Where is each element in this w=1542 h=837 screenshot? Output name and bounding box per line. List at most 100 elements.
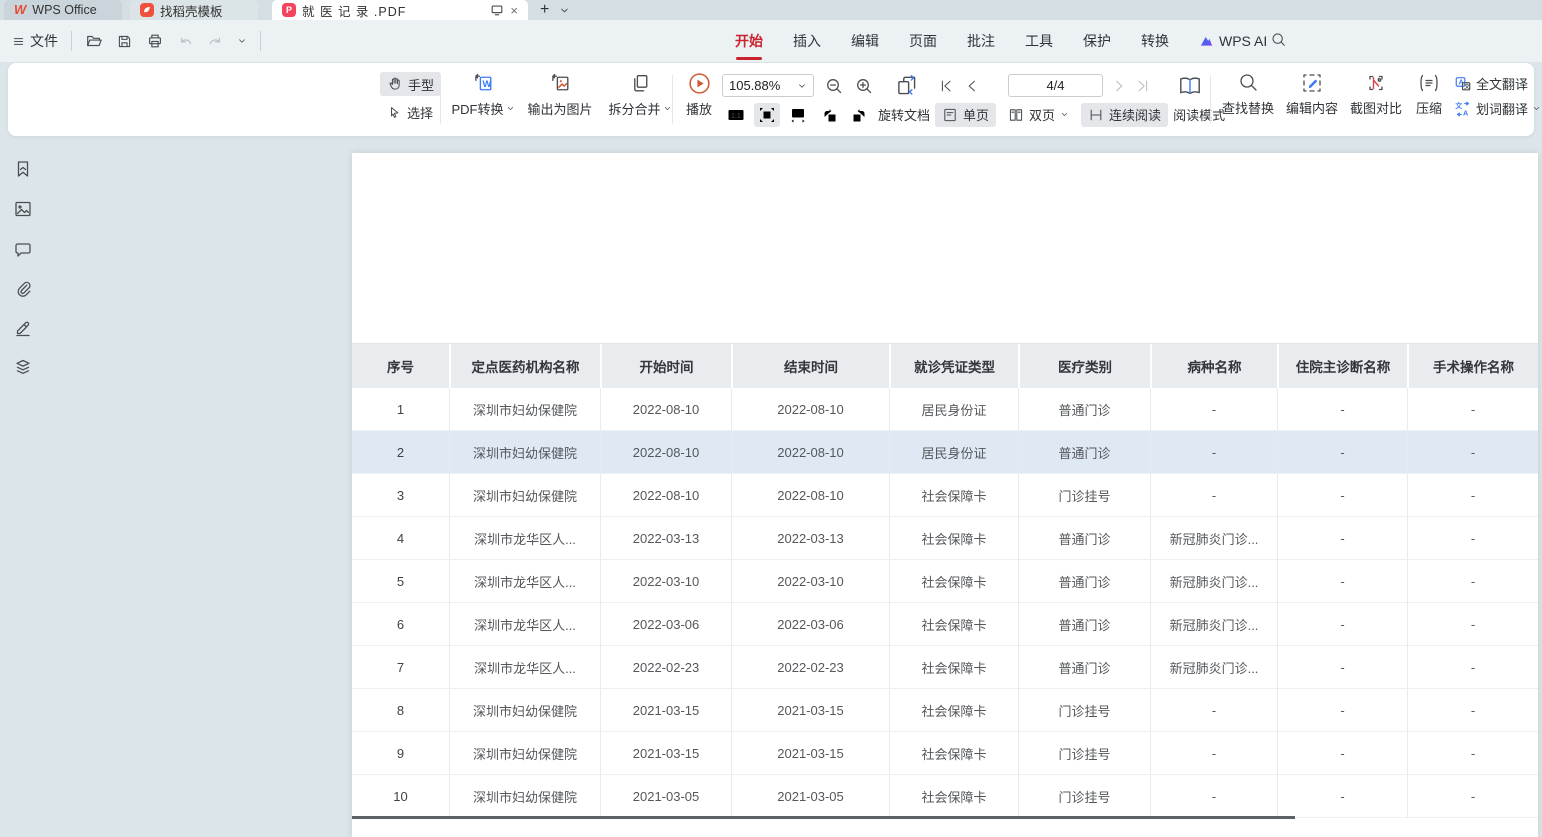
export-image-button[interactable]: 输出为图片 [524, 71, 596, 118]
wps-ai-button[interactable]: WPS AI [1199, 33, 1267, 49]
divider [260, 31, 261, 51]
table-cell: - [1150, 732, 1277, 774]
next-page-icon[interactable] [1111, 78, 1127, 94]
select-tool-button[interactable]: 选择 [380, 100, 441, 124]
double-page-icon [1008, 107, 1024, 123]
save-icon[interactable] [116, 33, 133, 50]
menu-tab-tools[interactable]: 工具 [1025, 31, 1053, 51]
rotate-left-button[interactable] [816, 103, 842, 127]
table-cell: 2022-08-10 [600, 474, 731, 516]
continuous-read-button[interactable]: 连续阅读 [1081, 103, 1168, 127]
tab-docer-templates[interactable]: 找稻壳模板 [130, 0, 258, 20]
find-replace-button[interactable]: 查找替换 [1220, 71, 1276, 117]
column-header: 医疗类别 [1018, 344, 1150, 388]
open-folder-icon[interactable] [85, 32, 103, 50]
split-merge-button[interactable]: 拆分合并 [604, 71, 676, 118]
table-cell: - [1407, 388, 1538, 430]
table-cell: 2022-08-10 [731, 431, 889, 473]
table-cell: 深圳市妇幼保健院 [449, 431, 600, 473]
monitor-icon[interactable] [490, 3, 504, 17]
attachments-panel-icon[interactable] [13, 279, 33, 299]
menu-bar: 文件 开始 插入 编辑 页面 批注 工具 保护 转换 [0, 20, 1542, 62]
close-tab-icon[interactable]: × [510, 4, 518, 17]
tab-bar: W WPS Office 找稻壳模板 P 就 医 记 录 .PDF × + [0, 0, 1542, 20]
layers-panel-icon[interactable] [13, 358, 33, 378]
signature-panel-icon[interactable] [13, 318, 33, 338]
table-cell: 社会保障卡 [889, 517, 1018, 559]
hand-icon [387, 76, 403, 92]
edit-content-button[interactable]: 编辑内容 [1284, 71, 1340, 117]
hamburger-icon [12, 35, 25, 48]
print-icon[interactable] [146, 32, 164, 50]
table-row: 10深圳市妇幼保健院2021-03-052021-03-05社会保障卡门诊挂号-… [352, 775, 1538, 818]
fit-page-button[interactable] [785, 103, 811, 127]
tab-wps-office[interactable]: W WPS Office [4, 0, 122, 20]
table-cell: 深圳市龙华区人... [449, 603, 600, 645]
menu-tab-convert[interactable]: 转换 [1141, 31, 1169, 51]
table-cell: - [1407, 603, 1538, 645]
table-cell: 2022-02-23 [600, 646, 731, 688]
table-cell: 新冠肺炎门诊... [1150, 646, 1277, 688]
table-cell: 社会保障卡 [889, 732, 1018, 774]
table-cell: 3 [352, 474, 449, 516]
column-header: 病种名称 [1150, 344, 1277, 388]
zoom-in-icon[interactable] [854, 76, 874, 96]
double-page-button[interactable]: 双页 [1001, 103, 1076, 127]
read-mode-icon[interactable] [1177, 73, 1203, 99]
hand-tool-button[interactable]: 手型 [380, 72, 441, 96]
menu-tab-page[interactable]: 页面 [909, 31, 937, 51]
rotate-pages-icon[interactable] [894, 73, 920, 99]
fit-width-button[interactable] [754, 103, 780, 127]
table-cell: 6 [352, 603, 449, 645]
page-number-input[interactable] [1008, 74, 1103, 97]
thumbnails-panel-icon[interactable] [13, 199, 33, 219]
menu-tab-home[interactable]: 开始 [735, 31, 763, 51]
single-page-button[interactable]: 单页 [935, 103, 996, 127]
new-tab-button[interactable]: + [540, 0, 549, 20]
compress-button[interactable]: 压缩 [1412, 71, 1446, 117]
pdf-convert-button[interactable]: W PDF转换 [450, 71, 516, 118]
menu-tab-insert[interactable]: 插入 [793, 31, 821, 51]
comments-panel-icon[interactable] [13, 240, 33, 260]
table-row: 5深圳市龙华区人...2022-03-102022-03-10社会保障卡普通门诊… [352, 560, 1538, 603]
svg-text:文: 文 [1464, 82, 1470, 90]
undo-history-chevron-icon[interactable] [237, 36, 247, 46]
actual-size-button[interactable]: 1:1 [723, 103, 749, 127]
zoom-level-select[interactable]: 105.88% [722, 74, 814, 97]
menu-tab-edit[interactable]: 编辑 [851, 31, 879, 51]
pdf-page[interactable]: 序号定点医药机构名称开始时间结束时间就诊凭证类型医疗类别病种名称住院主诊断名称手… [352, 153, 1538, 837]
last-page-icon[interactable] [1135, 78, 1151, 94]
table-cell: - [1407, 474, 1538, 516]
tab-list-chevron-icon[interactable] [559, 5, 570, 16]
file-menu-button[interactable]: 文件 [12, 31, 58, 51]
table-cell: 社会保障卡 [889, 603, 1018, 645]
table-cell: 新冠肺炎门诊... [1150, 517, 1277, 559]
chevron-down-icon [797, 81, 807, 91]
search-icon[interactable] [1270, 31, 1287, 48]
rotate-right-button[interactable] [847, 103, 873, 127]
table-cell: 2022-08-10 [600, 431, 731, 473]
table-cell: 2022-08-10 [731, 474, 889, 516]
table-cell: - [1277, 517, 1407, 559]
zoom-out-icon[interactable] [824, 76, 844, 96]
redo-icon[interactable] [207, 33, 224, 50]
tab-document-pdf[interactable]: P 就 医 记 录 .PDF × [272, 0, 528, 20]
bookmarks-panel-icon[interactable] [13, 160, 33, 180]
full-translate-button[interactable]: A文 全文翻译 [1454, 74, 1541, 93]
word-translate-button[interactable]: 文A 划词翻译 [1454, 99, 1541, 118]
previous-page-icon[interactable] [964, 78, 980, 94]
table-cell: - [1277, 431, 1407, 473]
rotate-doc-label[interactable]: 旋转文档 [878, 105, 930, 124]
read-mode-label[interactable]: 阅读模式 [1173, 105, 1225, 124]
menu-tab-protect[interactable]: 保护 [1083, 31, 1111, 51]
first-page-icon[interactable] [938, 78, 954, 94]
table-cell: 普通门诊 [1018, 560, 1150, 602]
screenshot-compare-button[interactable]: 截图对比 [1348, 71, 1404, 117]
undo-icon[interactable] [177, 33, 194, 50]
table-cell: 社会保障卡 [889, 560, 1018, 602]
table-cell: - [1407, 431, 1538, 473]
table-cell: 社会保障卡 [889, 689, 1018, 731]
play-button[interactable]: 播放 [680, 71, 718, 118]
menu-tab-annotate[interactable]: 批注 [967, 31, 995, 51]
svg-text:文: 文 [1454, 101, 1462, 110]
